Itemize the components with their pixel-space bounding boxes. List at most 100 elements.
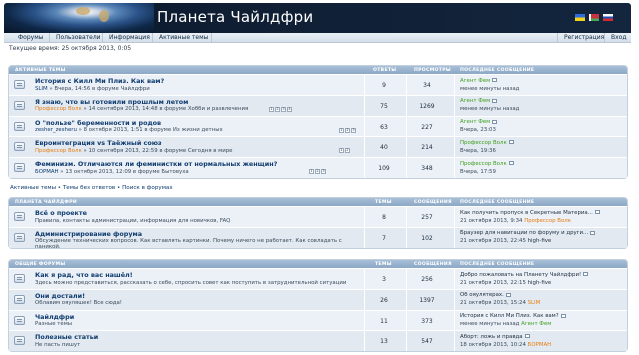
forum-topics-count: 26 [380,296,388,304]
forum-title-link[interactable]: Полезные статьи [35,333,98,341]
page-link[interactable]: 1 [339,148,344,154]
nav-forums[interactable]: Форумы [14,34,47,42]
topic-meta-text: » 8 октября 2013, 1:51 в форуме Из жизни… [76,127,223,134]
goto-last-post-icon[interactable] [583,272,589,276]
forum-title-link[interactable]: Чайлдфри [35,313,74,321]
forum-topics-count: 11 [380,317,388,325]
goto-last-post-icon[interactable] [508,161,514,166]
topic-meta: zesher_zesheru » 8 октября 2013, 1:51 в … [35,127,223,133]
page-link[interactable]: 3 [281,106,286,112]
last-post-title-link[interactable]: Как получить пропуск в Секретные Материа… [460,210,593,216]
topic-last-post: Профессор Волк Вчера, 19:36 [460,140,514,154]
current-time: Текущее время: 25 октября 2013, 0:05 [9,45,132,52]
topic-title-link[interactable]: Феминизм. Отличаются ли феминистки от но… [35,160,277,168]
general-forums-title: ОБЩИЕ ФОРУМЫ [15,261,66,267]
goto-last-post-icon[interactable] [524,334,530,339]
forum-title-link[interactable]: Всё о проекте [35,209,87,217]
page-link[interactable]: 2 [275,106,280,112]
goto-last-post-icon[interactable] [505,292,511,297]
topic-replies-count: 63 [380,123,388,131]
topic-title-link[interactable]: Евроинтеграция vs Таёжный союз [35,139,162,147]
page-link[interactable]: 1 [339,127,344,133]
topic-author-link[interactable]: Профессор Волк [35,148,82,154]
last-post-author-link[interactable]: Агент Фем [521,321,551,327]
page-link[interactable]: 3 [321,169,326,175]
forum-row: Как я рад, что вас нашёл! Здесь можно пре… [9,268,627,289]
topic-icon [14,163,25,173]
topic-author-link[interactable]: БОРМАН [35,169,59,175]
forum-title-link[interactable]: Они достали! [35,292,85,300]
goto-last-post-icon[interactable] [492,98,498,103]
russia-flag-icon[interactable] [603,14,613,21]
link-unanswered[interactable]: Темы без ответов [63,185,115,191]
forum-posts-count: 547 [421,338,433,346]
general-forums-header: ОБЩИЕ ФОРУМЫ ТЕМЫ СООБЩЕНИЯ ПОСЛЕДНЕЕ СО… [9,260,627,268]
last-post-title-link[interactable]: Браузер для навигации по форуму и други.… [460,230,588,236]
forum-title-link[interactable]: Как я рад, что вас нашёл! [35,271,133,279]
last-post-author-link[interactable]: Профессор Волк [460,161,507,167]
last-post-author-link[interactable]: БОРМАН [528,342,552,348]
last-post-title-link[interactable]: Об ояулятерах. [460,292,504,298]
forum-topics-count: 7 [382,234,386,242]
forum-topics-count: 8 [382,214,386,221]
goto-last-post-icon[interactable] [594,210,600,214]
nav-users[interactable]: Пользователи [52,34,105,42]
site-logo-title[interactable]: Планета Чайлдфри [157,8,313,26]
topic-title-link[interactable]: О "пользе" беременности и родов [35,119,161,127]
last-post-author-link[interactable]: Профессор Волк [460,140,507,146]
last-post-author-link[interactable]: high-five [528,238,552,244]
topic-views-count: 227 [421,123,433,131]
last-post-author-link[interactable]: Агент Фем [460,98,490,104]
goto-last-post-icon[interactable] [492,78,498,82]
goto-last-post-icon[interactable] [492,119,498,124]
page-link[interactable]: 4 [287,106,292,112]
topic-author-link[interactable]: Профессор Волк [35,106,82,112]
belarus-flag-icon[interactable] [589,14,599,21]
topic-author-link[interactable]: zesher_zesheru [35,127,77,133]
nav-active-topics[interactable]: Активные темы [155,34,212,42]
forum-row: Чайлдфри Разные темы 11 373 История с Килл М… [9,309,627,331]
forum-title-link[interactable]: Администрирование форума [35,230,142,238]
page-link[interactable]: 2 [345,148,350,154]
forum-icon [14,232,25,242]
site-header: Планета Чайлдфри [4,3,631,33]
topic-meta: Профессор Волк » 14 сентября 2013, 14:48… [35,106,248,112]
globe-logo-image [4,3,154,33]
last-post-author-link[interactable]: Агент Фем [460,119,490,125]
topics-column-header: ТЕМЫ [375,261,392,267]
ukraine-flag-icon[interactable] [575,14,585,21]
last-post-author-link[interactable]: Агент Фем [460,78,490,84]
link-search-forums[interactable]: Поиск в форумах [122,185,173,191]
page-link[interactable]: 2 [345,127,350,133]
nav-info[interactable]: Информация [105,34,154,42]
views-column-header: ПРОСМОТРЫ [414,67,451,73]
topic-title-link[interactable]: Я знаю, что вы готовили прошлым летом [35,98,188,106]
last-post-author-link[interactable]: SLIM [528,300,541,306]
topic-title-link[interactable]: История с Килл Ми Плиз. Как вам? [35,77,164,85]
last-post-title-link[interactable]: История с Килл Ми Плиз. Как вам? [460,313,559,319]
goto-last-post-icon[interactable] [560,313,566,318]
goto-last-post-icon[interactable] [508,140,514,145]
topic-row: Евроинтеграция vs Таёжный союз Профессор … [9,136,627,158]
page-link[interactable]: 1 [309,169,314,175]
topic-last-post: Агент Фем менее минуты назад [460,98,519,112]
topic-row: Я знаю, что вы готовили прошлым летом Про… [9,94,627,116]
nav-login[interactable]: Вход [607,34,631,42]
page-link[interactable]: 1 [269,106,274,112]
topic-meta: Профессор Волк » 10 сентября 2013, 22:59… [35,148,232,154]
last-post-title-link[interactable]: Аборт: ложь и правда [460,334,523,340]
topic-replies-count: 109 [378,165,390,173]
forum-last-post: История с Килл Ми Плиз. Как вам? менее ми… [460,313,566,327]
last-post-title-link[interactable]: Добро пожаловать на Планету Чайлдфри! [460,272,581,278]
topic-author-link[interactable]: SLIM [35,86,48,92]
page-link[interactable]: 2 [315,169,320,175]
goto-last-post-icon[interactable] [590,230,596,235]
forum-description: Правила, контакты администрации, информа… [35,217,231,224]
last-post-author-link[interactable]: Профессор Волк [524,218,571,224]
posts-column-header: СООБЩЕНИЯ [414,199,452,205]
nav-register[interactable]: Регистрация [560,34,608,42]
last-post-author-link[interactable]: high-five [528,280,552,286]
topic-views-count: 34 [423,82,431,89]
link-active-topics[interactable]: Активные темы [10,185,56,191]
page-link[interactable]: 3 [351,127,356,133]
